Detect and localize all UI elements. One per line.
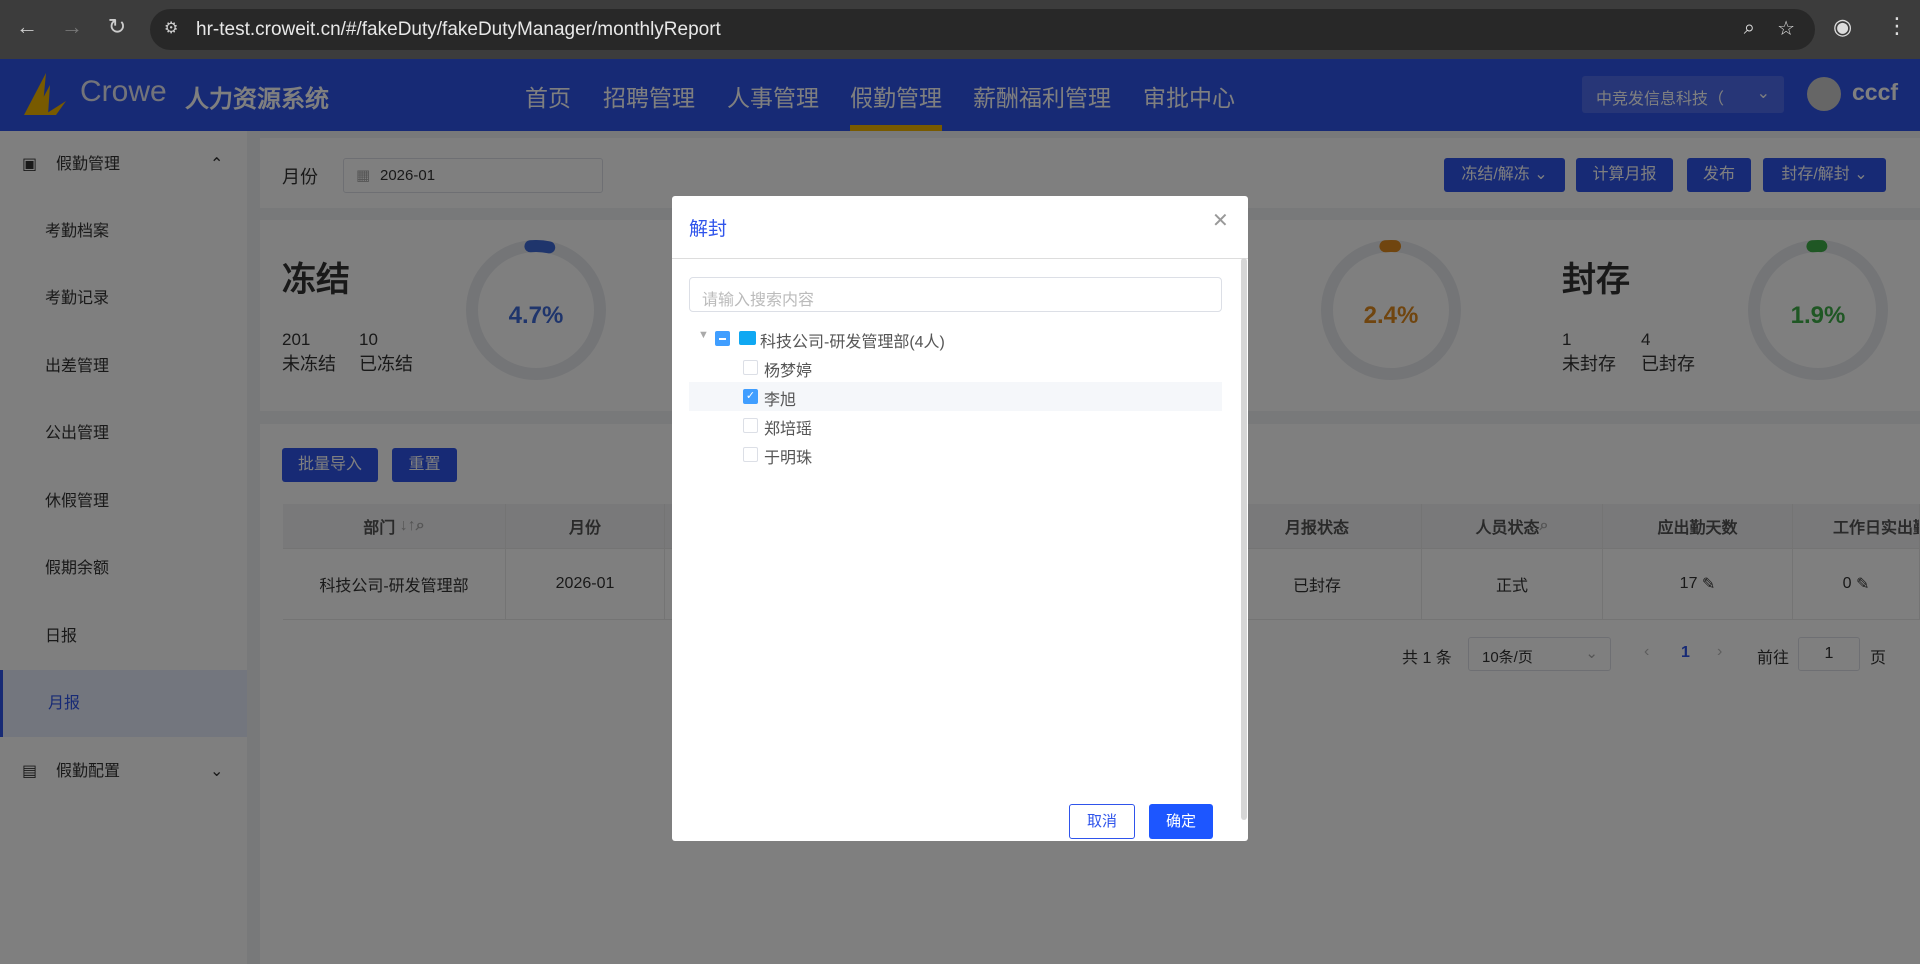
url-text: hr-test.croweit.cn/#/fakeDuty/fakeDutyMa… bbox=[196, 19, 721, 40]
tree-node-label: 李旭 bbox=[764, 392, 797, 409]
back-icon[interactable]: ← bbox=[12, 14, 42, 40]
close-icon[interactable]: ✕ bbox=[1212, 208, 1229, 233]
caret-down-icon[interactable]: ▼ bbox=[698, 329, 709, 341]
tree-node-label: 郑培瑶 bbox=[764, 421, 813, 438]
search-input[interactable]: 请输入搜索内容 bbox=[689, 277, 1222, 312]
divider bbox=[672, 258, 1248, 259]
menu-icon[interactable]: ⋮ bbox=[1886, 13, 1908, 39]
scrollbar[interactable] bbox=[1241, 258, 1247, 820]
tree-root[interactable]: ▼ 科技公司-研发管理部(4人) bbox=[689, 324, 1222, 353]
checked-checkbox[interactable]: ✓ bbox=[743, 389, 758, 404]
tree-node[interactable]: 于明珠 bbox=[689, 440, 1222, 469]
forward-icon[interactable]: → bbox=[57, 14, 87, 40]
browser-toolbar: ← → ↻ ⚙ hr-test.croweit.cn/#/fakeDuty/fa… bbox=[0, 0, 1920, 59]
unseal-dialog: 解封 ✕ 请输入搜索内容 ▼ 科技公司-研发管理部(4人) 杨梦婷 ✓ 李旭 郑… bbox=[672, 196, 1248, 841]
tree-node[interactable]: ✓ 李旭 bbox=[689, 382, 1222, 411]
tree-node-label: 于明珠 bbox=[764, 450, 813, 467]
bookmark-star-icon[interactable]: ☆ bbox=[1777, 16, 1795, 41]
dialog-title: 解封 bbox=[689, 219, 728, 240]
checkbox[interactable] bbox=[743, 418, 758, 433]
zoom-icon[interactable]: ⌕ bbox=[1744, 17, 1755, 40]
cancel-button[interactable]: 取消 bbox=[1069, 804, 1135, 839]
reload-icon[interactable]: ↻ bbox=[102, 14, 132, 40]
tree-node[interactable]: 郑培瑶 bbox=[689, 411, 1222, 440]
checkbox[interactable] bbox=[743, 360, 758, 375]
address-bar[interactable]: ⚙ hr-test.croweit.cn/#/fakeDuty/fakeDuty… bbox=[150, 9, 1815, 50]
folder-icon bbox=[739, 331, 756, 345]
site-info-icon[interactable]: ⚙ bbox=[164, 18, 178, 38]
checkbox[interactable] bbox=[743, 447, 758, 462]
tree-root-label: 科技公司-研发管理部(4人) bbox=[760, 334, 945, 351]
indeterminate-checkbox[interactable] bbox=[715, 331, 730, 346]
profile-icon[interactable]: ◉ bbox=[1833, 14, 1852, 40]
confirm-button[interactable]: 确定 bbox=[1149, 804, 1213, 839]
tree-node[interactable]: 杨梦婷 bbox=[689, 353, 1222, 382]
tree-node-label: 杨梦婷 bbox=[764, 363, 813, 380]
